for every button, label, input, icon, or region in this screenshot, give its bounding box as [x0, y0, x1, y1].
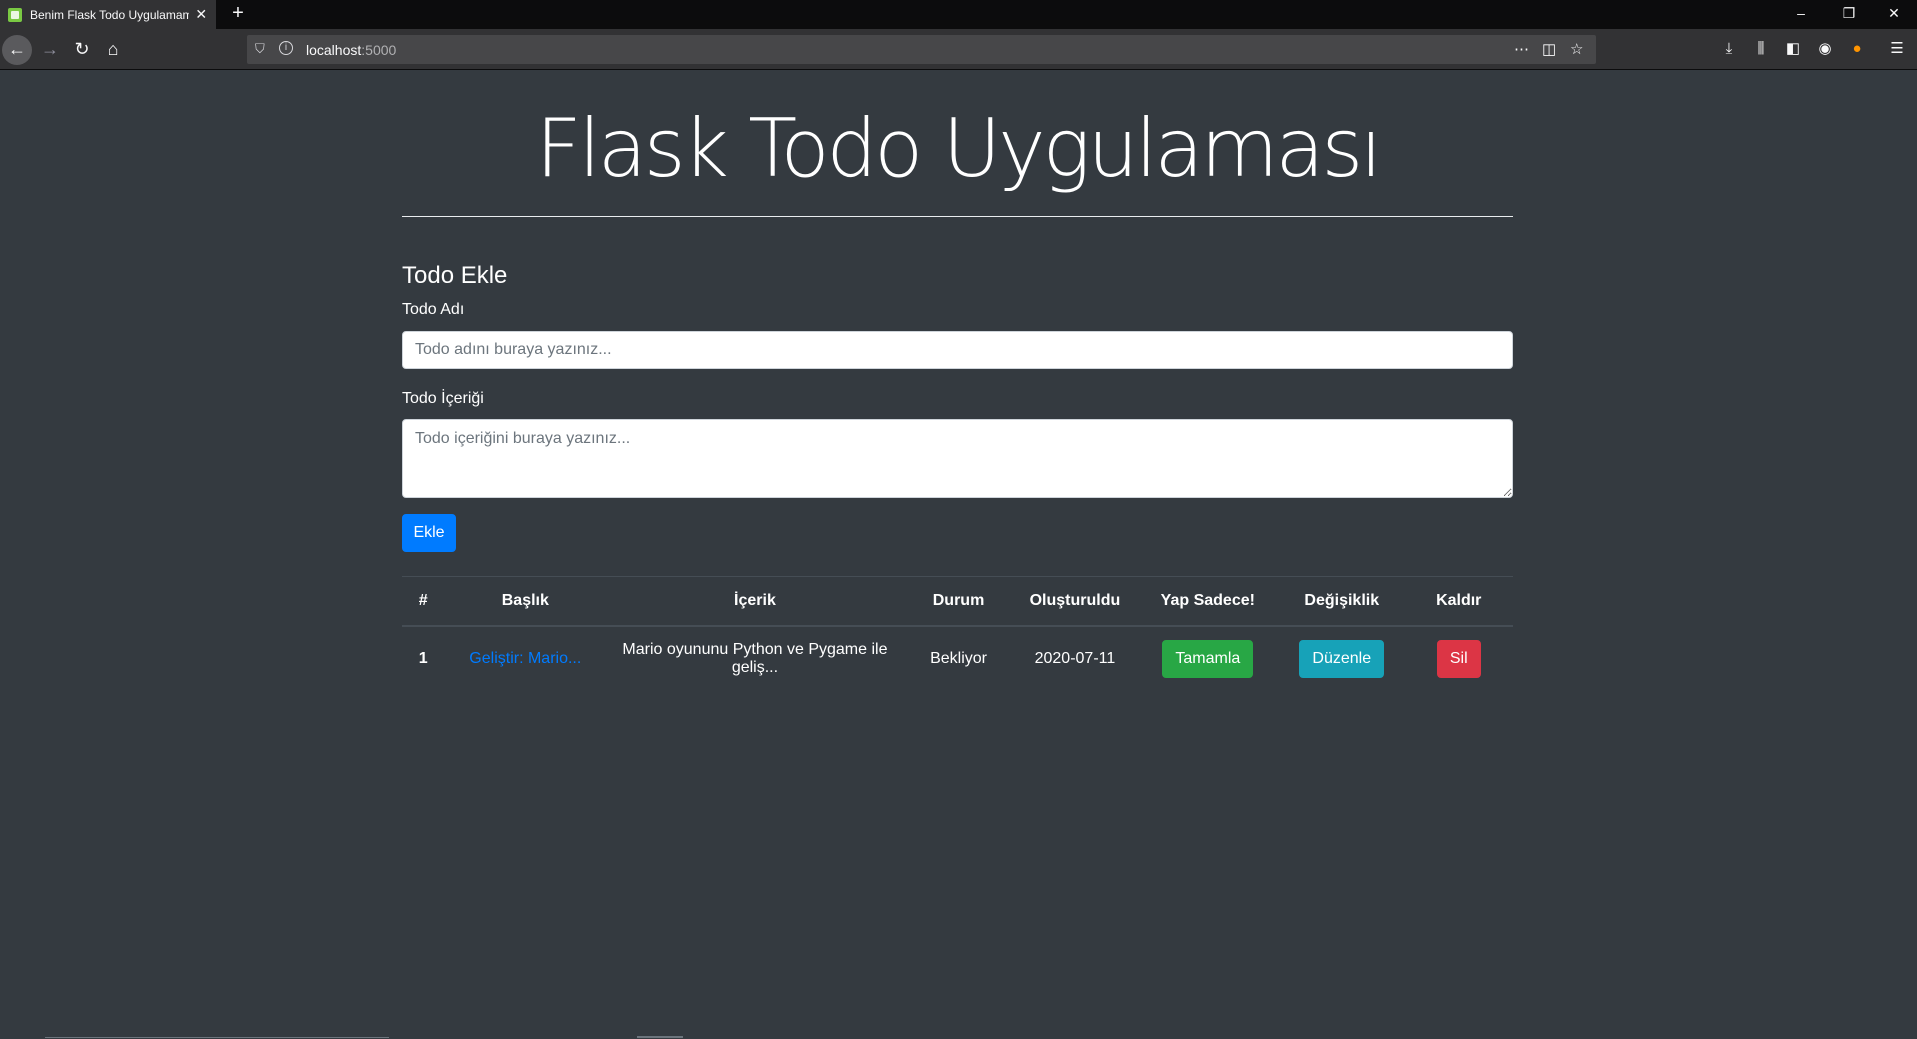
todo-title-cell: Geliştir: Mario...: [445, 626, 607, 692]
url-port: :5000: [361, 42, 397, 58]
add-todo-button[interactable]: Ekle: [402, 514, 456, 552]
todo-name-label: Todo Adı: [402, 301, 465, 318]
account-icon[interactable]: ◉: [1815, 39, 1835, 59]
browser-tab-bar: Benim Flask Todo Uygulamam ✕ + – ❐ ✕: [0, 0, 1917, 29]
close-window-icon[interactable]: ✕: [1874, 0, 1914, 29]
url-text[interactable]: localhost:5000: [306, 42, 396, 58]
horizontal-scrollbar-track: [45, 1037, 389, 1038]
todo-delete-cell: Sil: [1404, 626, 1513, 692]
column-header-number: #: [402, 576, 445, 627]
column-header-created: Oluşturuldu: [1013, 576, 1137, 627]
home-icon[interactable]: ⌂: [98, 35, 128, 65]
minimize-icon[interactable]: –: [1781, 0, 1821, 29]
todo-edit-cell: Düzenle: [1279, 626, 1404, 692]
todo-number: 1: [418, 650, 428, 667]
sidebar-icon[interactable]: ◧: [1783, 39, 1803, 59]
page-container: Flask Todo Uygulaması Todo Ekle Todo Adı…: [402, 70, 1513, 692]
back-arrow-icon[interactable]: ←: [2, 35, 32, 65]
column-header-content: İçerik: [606, 576, 904, 627]
forward-arrow-icon[interactable]: →: [35, 35, 65, 65]
new-tab-icon[interactable]: +: [227, 0, 249, 29]
todo-complete-cell: Tamamla: [1137, 626, 1279, 692]
column-header-delete: Kaldır: [1404, 576, 1513, 627]
form-title: Todo Ekle: [402, 262, 508, 289]
page-title: Flask Todo Uygulaması: [535, 102, 1383, 195]
info-icon[interactable]: i: [279, 41, 293, 55]
reload-icon[interactable]: ↻: [67, 35, 97, 65]
browser-navigation-bar: ← → ↻ ⌂ ⛉ i localhost:5000 ⋯ ◫ ☆ ⤓ ⫼ ◧ ◉…: [0, 29, 1917, 70]
tab-title: Benim Flask Todo Uygulamam: [30, 7, 189, 22]
horizontal-scrollbar-thumb[interactable]: [637, 1036, 683, 1038]
notepad-favicon-icon: [8, 7, 22, 22]
column-header-complete: Yap Sadece!: [1136, 576, 1280, 627]
table-header-row: # Başlık İçerik Durum Oluşturuldu Yap Sa…: [402, 576, 1513, 627]
todo-name-input[interactable]: [402, 331, 1513, 369]
todo-table: # Başlık İçerik Durum Oluşturuldu Yap Sa…: [402, 576, 1513, 692]
extension-icon[interactable]: ●: [1847, 39, 1867, 59]
complete-button[interactable]: Tamamla: [1162, 640, 1254, 678]
column-header-status: Durum: [903, 576, 1014, 627]
table-row: 1 Geliştir: Mario... Mario oyununu Pytho…: [402, 626, 1513, 692]
menu-icon[interactable]: ☰: [1887, 39, 1907, 59]
pocket-icon[interactable]: ◫: [1542, 40, 1556, 58]
todo-content-cell: Mario oyununu Python ve Pygame ile geliş…: [622, 641, 888, 676]
shield-icon[interactable]: ⛉: [255, 41, 265, 57]
restore-icon[interactable]: ❐: [1829, 0, 1869, 29]
delete-button[interactable]: Sil: [1436, 640, 1481, 678]
todo-content-label: Todo İçeriği: [402, 390, 484, 407]
downloads-icon[interactable]: ⤓: [1719, 39, 1739, 59]
browser-tab[interactable]: Benim Flask Todo Uygulamam ✕: [0, 0, 216, 29]
todo-created-cell: 2020-07-11: [1034, 650, 1116, 667]
edit-button[interactable]: Düzenle: [1299, 640, 1385, 678]
title-divider: [402, 216, 1513, 217]
todo-content-textarea[interactable]: [402, 419, 1513, 498]
column-header-title: Başlık: [444, 576, 607, 627]
url-host: localhost: [306, 42, 362, 58]
todo-status-cell: Bekliyor: [930, 650, 987, 667]
column-header-edit: Değişiklik: [1279, 576, 1405, 627]
todo-title-link[interactable]: Geliştir: Mario...: [469, 650, 581, 667]
bookmark-star-icon[interactable]: ☆: [1570, 40, 1583, 58]
address-bar[interactable]: ⛉ i localhost:5000 ⋯ ◫ ☆: [247, 35, 1596, 64]
close-tab-icon[interactable]: ✕: [195, 6, 208, 23]
library-icon[interactable]: ⫼: [1751, 39, 1771, 59]
more-actions-icon[interactable]: ⋯: [1514, 40, 1529, 58]
